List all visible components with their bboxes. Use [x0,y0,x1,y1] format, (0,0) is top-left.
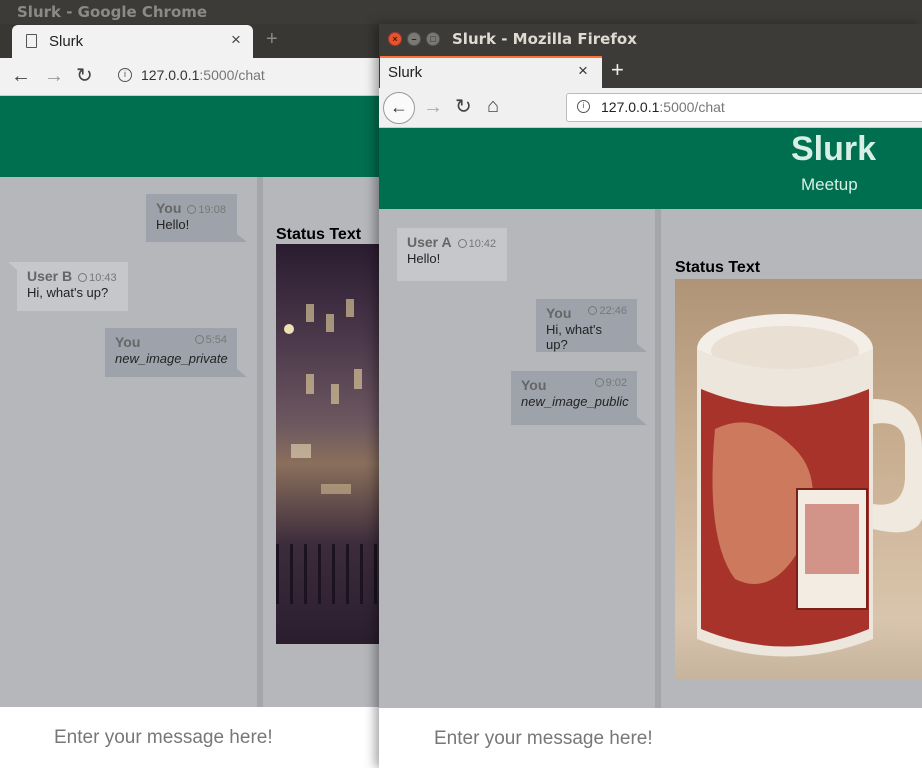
firefox-tab-close-icon[interactable]: × [578,61,588,81]
clock-icon [194,335,204,344]
message-text: new_image_private [115,351,228,366]
chrome-info-icon[interactable]: i [118,68,132,82]
chrome-titlebar: Slurk - Google Chrome [0,0,922,24]
firefox-message-1: User A 10:42 Hello! [397,228,507,281]
close-window-icon[interactable]: × [388,32,402,46]
firefox-tab-title: Slurk [388,64,423,81]
message-author: You [115,334,141,350]
bubble-tail [237,234,247,242]
message-time: 10:42 [468,238,497,250]
firefox-window-title: Slurk - Mozilla Firefox [452,30,637,48]
message-author: User A [407,234,452,250]
firefox-tab-slurk[interactable]: Slurk × [380,56,602,88]
clock-icon [594,378,604,387]
message-author: You [521,377,547,393]
bubble-tail [237,369,247,377]
firefox-info-icon[interactable]: i [577,100,590,113]
chrome-street-image [276,244,380,644]
message-text: new_image_public [521,394,629,409]
page-subtitle: Meetup [801,175,858,194]
page-brand-title: Slurk [791,130,877,168]
chrome-new-tab-button[interactable]: + [266,28,278,51]
message-author: You [156,200,182,216]
message-time: 10:43 [89,272,117,284]
chrome-message-1: You 19:08 Hello! [146,194,247,242]
message-author: User B [27,268,73,284]
chrome-url-host: 127.0.0.1 [141,67,200,83]
chrome-panel-divider[interactable] [257,177,263,707]
firefox-message-input[interactable]: Enter your message here! [434,728,653,750]
chrome-reload-icon[interactable]: ↻ [76,66,93,86]
firefox-back-icon[interactable]: ← [383,92,415,124]
firefox-home-icon[interactable]: ⌂ [487,96,499,116]
bubble-tail [8,262,17,270]
message-time: 19:08 [198,204,226,216]
firefox-mug-image [675,279,922,679]
message-text: Hello! [156,217,190,232]
chrome-message-input[interactable]: Enter your message here! [54,727,273,749]
clock-icon [78,273,88,282]
chrome-forward-icon[interactable]: → [44,66,64,86]
firefox-new-tab-button[interactable]: + [611,57,624,83]
chrome-message-3: You 5:54 new_image_private [105,328,247,377]
mug-illustration [697,314,922,657]
message-author: You [546,305,572,321]
firefox-status-text: Status Text [675,259,761,276]
bubble-tail [637,417,647,425]
firefox-message-2: You 22:46 Hi, what's up? [536,299,647,352]
message-text: Hi, what's up? [546,322,602,352]
maximize-window-icon[interactable]: □ [426,32,440,46]
chrome-tab-slurk[interactable]: Slurk × [12,25,253,58]
firefox-url-path: :5000/chat [659,99,725,115]
message-time: 9:02 [605,377,627,389]
message-text: Hello! [407,251,441,266]
chrome-url-bar[interactable]: 127.0.0.1:5000/chat [141,67,265,83]
chrome-tab-close-icon[interactable]: × [231,30,241,50]
clock-icon [588,306,598,315]
firefox-message-3: You 9:02 new_image_public [511,371,647,425]
message-time: 5:54 [205,334,227,346]
clock-icon [187,205,197,214]
chrome-back-icon[interactable]: ← [11,66,31,86]
firefox-panel-divider[interactable] [655,209,661,708]
bubble-tail [637,344,647,352]
chrome-status-text: Status Text [276,226,362,243]
message-text: Hi, what's up? [27,285,109,300]
chrome-tab-title: Slurk [49,33,84,50]
chrome-url-path: :5000/chat [199,67,265,83]
message-time: 22:46 [599,305,627,317]
minimize-window-icon[interactable]: – [407,32,421,46]
firefox-forward-icon[interactable]: → [423,97,443,117]
chrome-message-2: User B 10:43 Hi, what's up? [8,262,128,311]
firefox-url-host: 127.0.0.1 [601,99,660,115]
clock-icon [457,239,467,248]
firefox-url-text[interactable]: 127.0.0.1:5000/chat [601,99,725,115]
firefox-reload-icon[interactable]: ↻ [455,97,472,117]
document-icon [26,34,37,48]
